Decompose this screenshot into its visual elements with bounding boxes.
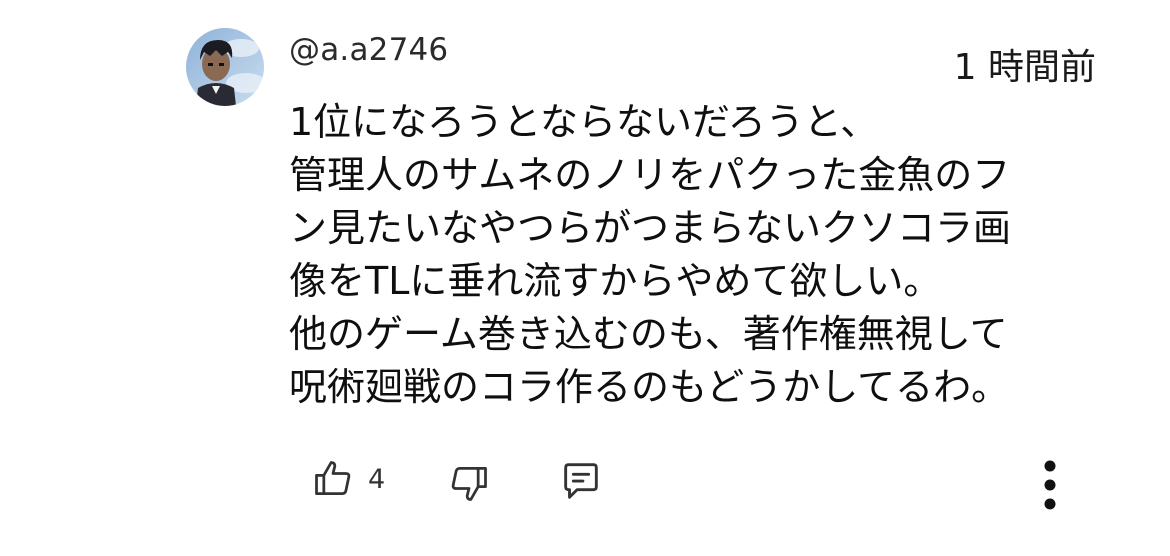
reply-button[interactable]: [556, 456, 606, 506]
comment-line: 呪術廻戦のコラ作るのもどうかしてるわ。: [289, 365, 1010, 409]
comment-line: ン見たいなやつらがつまらないクソコラ画: [289, 206, 1012, 250]
comment-line: 管理人のサムネのノリをパクった金魚のフ: [289, 153, 1011, 197]
avatar[interactable]: [186, 28, 264, 106]
more-vertical-icon: [1044, 460, 1056, 510]
comment-line: 他のゲーム巻き込むのも、著作権無視して: [289, 312, 1008, 356]
like-button[interactable]: [308, 454, 358, 504]
more-options-button[interactable]: [1028, 454, 1072, 516]
comment-line: 1位になろうとならないだろうと、: [289, 100, 879, 144]
comment-actions: 4: [0, 450, 1170, 520]
dislike-button[interactable]: [444, 458, 494, 508]
avatar-image: [186, 28, 264, 106]
comment-author[interactable]: @a.a2746: [289, 32, 448, 68]
comment-line: 像をTLに垂れ流すからやめて欲しい。: [289, 259, 942, 303]
comment-timestamp: 1 時間前: [953, 47, 1096, 88]
reply-comment-icon: [564, 463, 598, 499]
thumb-down-icon: [451, 466, 487, 501]
thumb-up-icon: [315, 461, 351, 496]
comment-text: 1位になろうとならないだろうと、 管理人のサムネのノリをパクった金魚のフ ン見た…: [289, 96, 1109, 414]
like-count: 4: [368, 464, 386, 495]
